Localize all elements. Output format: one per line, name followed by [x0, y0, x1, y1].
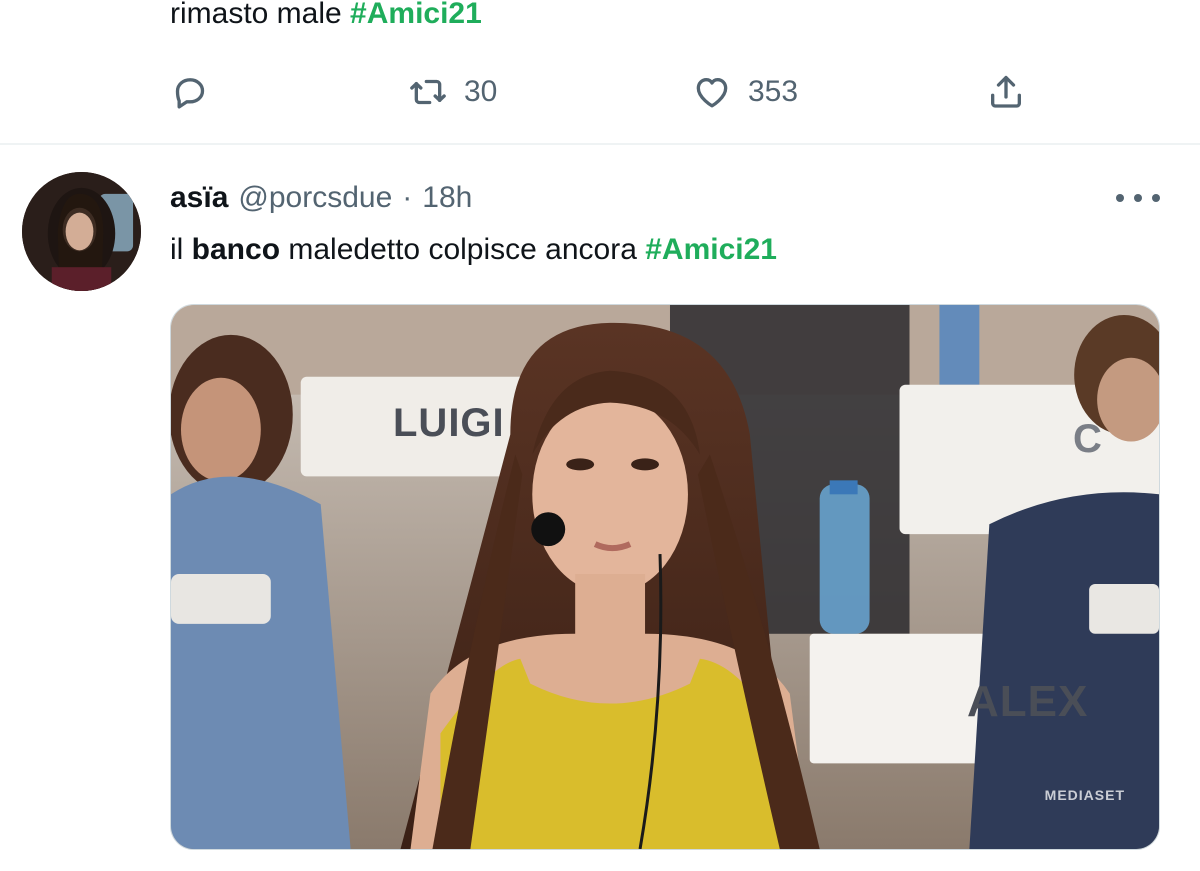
retweet-button[interactable]: 30: [408, 64, 497, 120]
tweet-text: il banco maledetto colpisce ancora #Amic…: [170, 233, 777, 266]
media-sign-right: ALEX: [967, 677, 1089, 726]
like-count: 353: [748, 75, 799, 108]
previous-tweet-actions: 30 353: [170, 64, 1040, 120]
previous-tweet-hashtag[interactable]: #Amici21: [350, 0, 482, 30]
retweet-count: 30: [464, 75, 498, 108]
more-options-button[interactable]: [1116, 184, 1160, 212]
tweet-divider: [0, 143, 1200, 145]
previous-tweet-text-plain: rimasto male: [170, 0, 351, 30]
tweet-header: asïa @porcsdue · 18h: [170, 176, 472, 220]
media-photo: [171, 305, 1159, 849]
more-icon: [1116, 194, 1124, 202]
tweet-timestamp[interactable]: 18h: [422, 176, 472, 220]
user-handle[interactable]: @porcsdue: [238, 176, 392, 220]
reply-icon: [175, 78, 205, 109]
like-icon: [696, 78, 728, 108]
like-button[interactable]: 353: [692, 64, 798, 120]
avatar-photo: [22, 172, 141, 291]
retweet-icon: [410, 79, 446, 105]
tweet-hashtag[interactable]: #Amici21: [645, 233, 777, 266]
share-icon: [991, 75, 1021, 108]
share-button[interactable]: [986, 64, 1026, 120]
avatar[interactable]: [22, 172, 141, 291]
tweet-text-bold: banco: [191, 233, 281, 266]
tweet-media-image[interactable]: LUIGI C ALEX MEDIASET: [170, 304, 1160, 850]
separator-dot: ·: [402, 181, 413, 214]
reply-button[interactable]: [170, 64, 210, 120]
previous-tweet-text: rimasto male #Amici21: [170, 0, 482, 34]
media-sign-partial: C: [1073, 417, 1103, 461]
media-watermark: MEDIASET: [1044, 787, 1125, 803]
media-sign-left: LUIGI: [393, 401, 505, 445]
display-name[interactable]: asïa: [170, 176, 228, 220]
timeline-feed: rimasto male #Amici21 30 353 asïa @porcs…: [0, 0, 1200, 871]
